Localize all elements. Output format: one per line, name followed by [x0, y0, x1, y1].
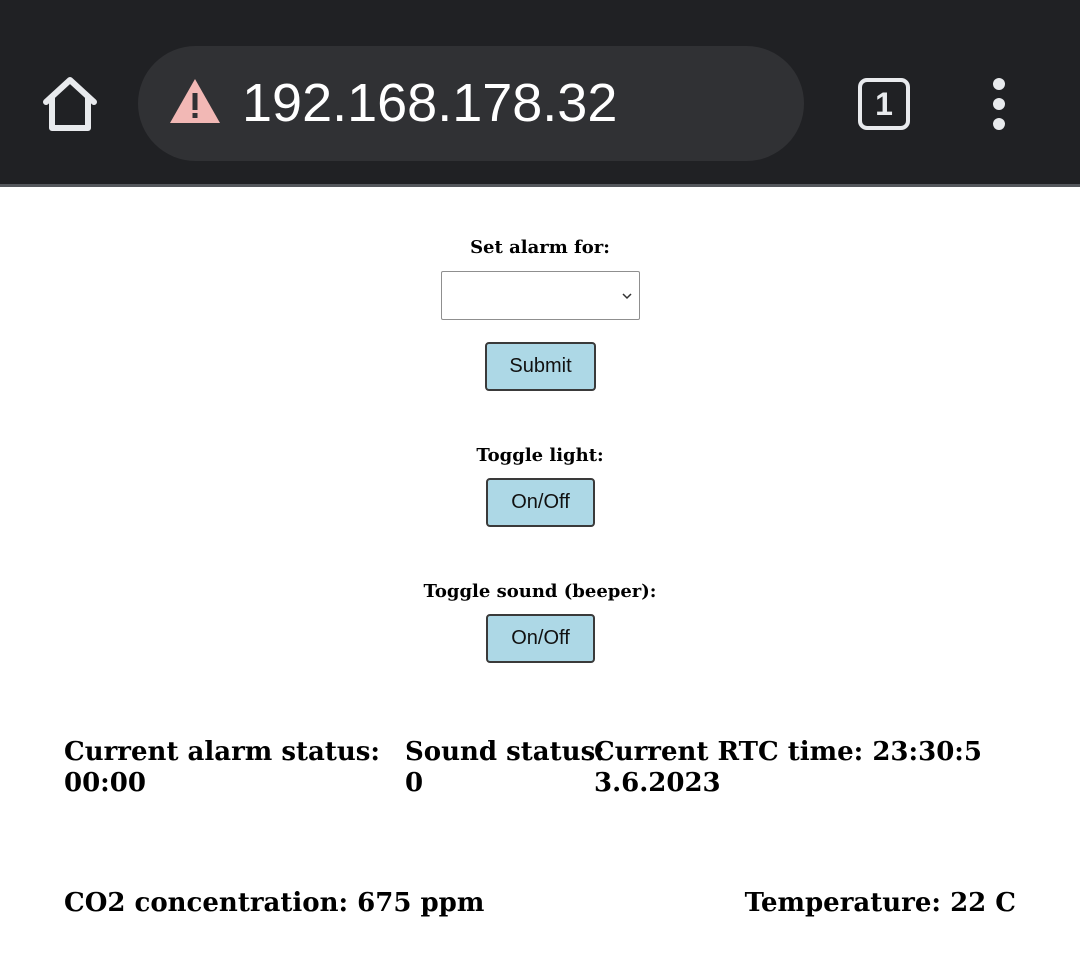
- co2-status: CO2 concentration: 675 ppm: [64, 888, 485, 918]
- home-button[interactable]: [34, 70, 106, 138]
- light-label: Toggle light:: [476, 445, 604, 466]
- warning-icon[interactable]: [168, 77, 222, 125]
- submit-button[interactable]: Submit: [485, 342, 596, 391]
- sound-label: Toggle sound (beeper):: [423, 581, 657, 602]
- temperature-status: Temperature: 22 C: [744, 888, 1016, 918]
- alarm-status: Current alarm status: 00:00: [64, 737, 380, 799]
- address-bar[interactable]: 192.168.178.32: [138, 46, 804, 161]
- sound-status-title: Sound status:: [405, 737, 605, 767]
- more-vertical-icon: [993, 78, 1005, 130]
- sound-status: Sound status: 0: [405, 737, 605, 799]
- home-icon: [43, 77, 97, 131]
- sound-status-value: 0: [405, 768, 424, 798]
- alarm-status-value: 00:00: [64, 768, 146, 798]
- rtc-date: 3.6.2023: [594, 768, 721, 798]
- sound-toggle-button[interactable]: On/Off: [486, 614, 595, 663]
- light-toggle-button[interactable]: On/Off: [486, 478, 595, 527]
- menu-button[interactable]: [980, 78, 1018, 130]
- alarm-select[interactable]: [441, 271, 640, 320]
- alarm-status-title: Current alarm status:: [64, 737, 380, 767]
- rtc-status: Current RTC time: 23:30:5 3.6.2023: [594, 737, 982, 799]
- tab-switcher-button[interactable]: 1: [858, 78, 910, 130]
- rtc-time: Current RTC time: 23:30:5: [594, 737, 982, 767]
- toolbar-divider: [0, 184, 1080, 187]
- browser-toolbar: 192.168.178.32 1: [0, 0, 1080, 184]
- alarm-label: Set alarm for:: [470, 237, 610, 258]
- url-text[interactable]: 192.168.178.32: [242, 46, 617, 161]
- tab-count: 1: [875, 86, 893, 122]
- chevron-down-icon: [622, 293, 632, 300]
